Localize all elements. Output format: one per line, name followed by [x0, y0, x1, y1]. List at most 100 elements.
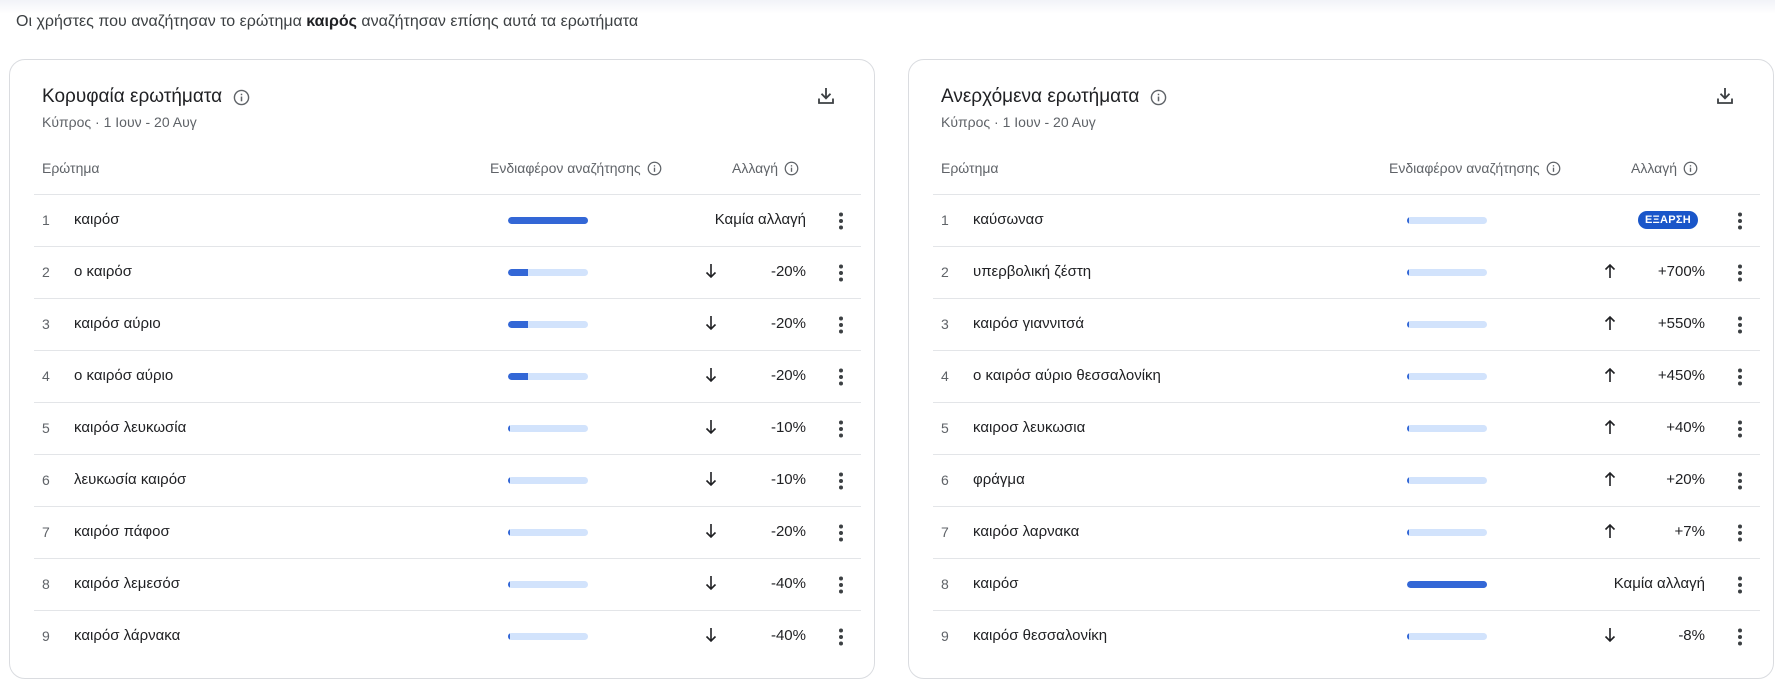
table-row[interactable]: 7 καιρόσ πάφοσ -20% [34, 506, 861, 558]
rising-queries-card: Ανερχόμενα ερωτήματα Κύπρος · 1 Ιουν - 2… [908, 59, 1774, 679]
interest-bar [508, 477, 588, 484]
more-vert-icon[interactable] [836, 367, 846, 387]
more-vert-icon[interactable] [1735, 471, 1745, 491]
row-rank: 1 [42, 212, 50, 228]
row-rank: 8 [941, 576, 949, 592]
intro-before: Οι χρήστες που αναζήτησαν το ερώτημα [16, 13, 307, 30]
query-term[interactable]: υπερβολική ζέστη [973, 263, 1091, 280]
card-title-text: Ανερχόμενα ερωτήματα [941, 86, 1140, 107]
table-row[interactable]: 7 καιρόσ λαρνακα +7% [933, 506, 1760, 558]
download-icon[interactable] [1715, 86, 1735, 111]
arrow-down-icon [704, 626, 718, 644]
more-vert-icon[interactable] [836, 627, 846, 647]
more-vert-icon[interactable] [1735, 575, 1745, 595]
table-row[interactable]: 6 φράγμα +20% [933, 454, 1760, 506]
info-icon[interactable] [1546, 161, 1561, 176]
column-header-change: Αλλαγή [1631, 160, 1698, 176]
query-term[interactable]: καιρόσ πάφοσ [74, 523, 170, 540]
interest-bar-fill [1407, 321, 1409, 328]
more-vert-icon[interactable] [1735, 315, 1745, 335]
change-value: +700% [1657, 263, 1705, 280]
interest-bar-fill [1407, 529, 1409, 536]
interest-bar [1407, 321, 1487, 328]
query-term[interactable]: ο καιρόσ αύριο [74, 367, 173, 384]
query-term[interactable]: καιρόσ αύριο [74, 315, 161, 332]
more-vert-icon[interactable] [836, 575, 846, 595]
more-vert-icon[interactable] [836, 471, 846, 491]
query-term[interactable]: λευκωσία καιρόσ [74, 471, 186, 488]
table-row[interactable]: 3 καιρόσ αύριο -20% [34, 298, 861, 350]
interest-bar-fill [508, 321, 528, 328]
info-icon[interactable] [647, 161, 662, 176]
more-vert-icon[interactable] [836, 419, 846, 439]
query-term[interactable]: καιρόσ γιαννιτσά [973, 315, 1084, 332]
table-row[interactable]: 2 ο καιρόσ -20% [34, 246, 861, 298]
more-vert-icon[interactable] [836, 211, 846, 231]
column-header-interest-label: Ενδιαφέρον αναζήτησης [490, 160, 641, 176]
query-term[interactable]: καιρόσ λαρνακα [973, 523, 1079, 540]
interest-bar-fill [1407, 581, 1487, 588]
query-term[interactable]: ο καιρόσ [74, 263, 132, 280]
interest-bar [1407, 425, 1487, 432]
arrow-down-icon [704, 470, 718, 488]
table-row[interactable]: 6 λευκωσία καιρόσ -10% [34, 454, 861, 506]
interest-bar [1407, 581, 1487, 588]
column-header-query: Ερώτημα [941, 160, 999, 176]
column-header-change-label: Αλλαγή [1631, 160, 1678, 176]
table-row[interactable]: 2 υπερβολική ζέστη +700% [933, 246, 1760, 298]
more-vert-icon[interactable] [1735, 263, 1745, 283]
more-vert-icon[interactable] [1735, 419, 1745, 439]
query-term[interactable]: φράγμα [973, 471, 1025, 488]
more-vert-icon[interactable] [836, 315, 846, 335]
interest-bar [1407, 529, 1487, 536]
change-value: -20% [770, 523, 806, 540]
arrow-down-icon [1603, 626, 1617, 644]
table-row[interactable]: 5 καιρόσ λευκωσία -10% [34, 402, 861, 454]
table-row[interactable]: 1 καύσωνασ ΕΞΑΡΣΗ [933, 194, 1760, 246]
info-icon[interactable] [1683, 161, 1698, 176]
interest-bar-fill [508, 529, 510, 536]
more-vert-icon[interactable] [836, 263, 846, 283]
table-row[interactable]: 9 καιρόσ λάρνακα -40% [34, 610, 861, 662]
interest-bar [1407, 217, 1487, 224]
table-row[interactable]: 4 ο καιρόσ αύριο θεσσαλονίκη +450% [933, 350, 1760, 402]
table-row[interactable]: 8 καιρόσ λεμεσόσ -40% [34, 558, 861, 610]
arrow-down-icon [704, 366, 718, 384]
query-term[interactable]: καύσωνασ [973, 211, 1044, 228]
more-vert-icon[interactable] [1735, 523, 1745, 543]
download-icon[interactable] [816, 86, 836, 111]
more-vert-icon[interactable] [1735, 211, 1745, 231]
info-icon[interactable] [784, 161, 799, 176]
interest-bar-fill [508, 581, 510, 588]
arrow-down-icon [704, 314, 718, 332]
table-row[interactable]: 9 καιρόσ θεσσαλονίκη -8% [933, 610, 1760, 662]
table-row[interactable]: 1 καιρόσ Καμία αλλαγή [34, 194, 861, 246]
query-term[interactable]: καιρόσ λευκωσία [74, 419, 186, 436]
more-vert-icon[interactable] [1735, 627, 1745, 647]
more-vert-icon[interactable] [836, 523, 846, 543]
query-term[interactable]: καιρόσ θεσσαλονίκη [973, 627, 1107, 644]
change-value: +7% [1674, 523, 1705, 540]
query-term[interactable]: ο καιρόσ αύριο θεσσαλονίκη [973, 367, 1161, 384]
table-row[interactable]: 4 ο καιρόσ αύριο -20% [34, 350, 861, 402]
info-icon[interactable] [1150, 89, 1167, 106]
column-header-change-label: Αλλαγή [732, 160, 779, 176]
query-term[interactable]: καιρόσ [74, 211, 119, 228]
query-term[interactable]: καιροσ λευκωσια [973, 419, 1085, 436]
table-row[interactable]: 5 καιροσ λευκωσια +40% [933, 402, 1760, 454]
table-row[interactable]: 3 καιρόσ γιαννιτσά +550% [933, 298, 1760, 350]
table-row[interactable]: 8 καιρόσ Καμία αλλαγή [933, 558, 1760, 610]
change-value: -8% [1678, 627, 1705, 644]
more-vert-icon[interactable] [1735, 367, 1745, 387]
interest-bar [508, 425, 588, 432]
interest-bar-fill [508, 217, 588, 224]
info-icon[interactable] [233, 89, 250, 106]
interest-bar [1407, 633, 1487, 640]
change-value: -20% [770, 315, 806, 332]
card-subtitle: Κύπρος · 1 Ιουν - 20 Αυγ [42, 114, 197, 130]
interest-bar [508, 269, 588, 276]
interest-bar [508, 529, 588, 536]
query-term[interactable]: καιρόσ λάρνακα [74, 627, 180, 644]
query-term[interactable]: καιρόσ [973, 575, 1018, 592]
query-term[interactable]: καιρόσ λεμεσόσ [74, 575, 180, 592]
